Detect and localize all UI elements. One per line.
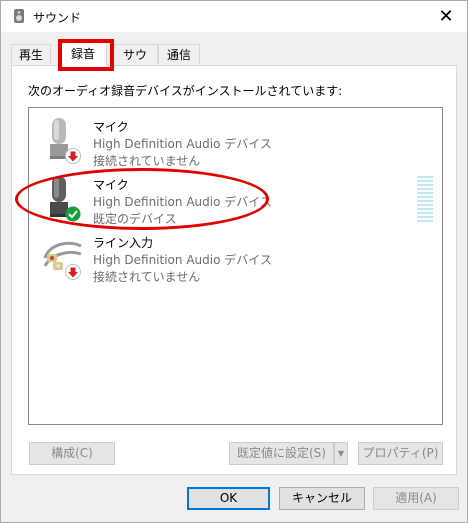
window-title: サウンド — [33, 11, 82, 25]
device-status: 接続されていません — [93, 154, 201, 168]
tab-playback[interactable]: 再生 — [11, 44, 51, 64]
device-name: マイク — [93, 178, 129, 192]
properties-button[interactable]: プロパティ(P) — [358, 442, 443, 465]
ok-button[interactable]: OK — [187, 487, 270, 510]
recording-tab-highlight — [58, 39, 114, 71]
instructions-text: 次のオーディオ録音デバイスがインストールされています: — [28, 84, 343, 98]
device-list[interactable]: マイク High Definition Audio デバイス 接続されていません… — [28, 107, 443, 425]
title-bar: サウンド ✕ — [1, 1, 467, 32]
tab-communications[interactable]: 通信 — [158, 44, 200, 64]
device-name: ライン入力 — [93, 236, 154, 250]
device-item-line-in[interactable]: ライン入力 High Definition Audio デバイス 接続されていま… — [29, 230, 439, 288]
cancel-button[interactable]: キャンセル — [279, 487, 365, 510]
disconnected-arrow-icon — [65, 148, 81, 164]
device-status: 既定のデバイス — [93, 212, 177, 226]
device-item-mic-1[interactable]: マイク High Definition Audio デバイス 接続されていません — [29, 114, 439, 172]
apply-button[interactable]: 適用(A) — [373, 487, 459, 510]
device-status: 接続されていません — [93, 270, 201, 284]
close-button[interactable]: ✕ — [431, 5, 461, 29]
disconnected-arrow-icon — [65, 264, 81, 280]
default-check-icon — [65, 206, 81, 222]
sound-dialog: サウンド ✕ 再生 録音 サウンド 通信 次のオーディオ録音デバイスがインストー… — [0, 0, 468, 523]
device-item-mic-default[interactable]: マイク High Definition Audio デバイス 既定のデバイス — [29, 172, 439, 230]
device-description: High Definition Audio デバイス — [93, 195, 272, 209]
tab-sounds[interactable]: サウンド — [112, 44, 158, 82]
configure-button[interactable]: 構成(C) — [29, 442, 115, 465]
device-name: マイク — [93, 120, 129, 134]
device-description: High Definition Audio デバイス — [93, 137, 272, 151]
level-meter — [417, 176, 433, 224]
speaker-icon — [14, 9, 24, 23]
set-default-dropdown-arrow[interactable]: ▼ — [334, 442, 348, 465]
set-default-button[interactable]: 既定値に設定(S) — [229, 442, 334, 465]
device-description: High Definition Audio デバイス — [93, 253, 272, 267]
recording-panel: 次のオーディオ録音デバイスがインストールされています: マイク High Def… — [11, 65, 457, 475]
